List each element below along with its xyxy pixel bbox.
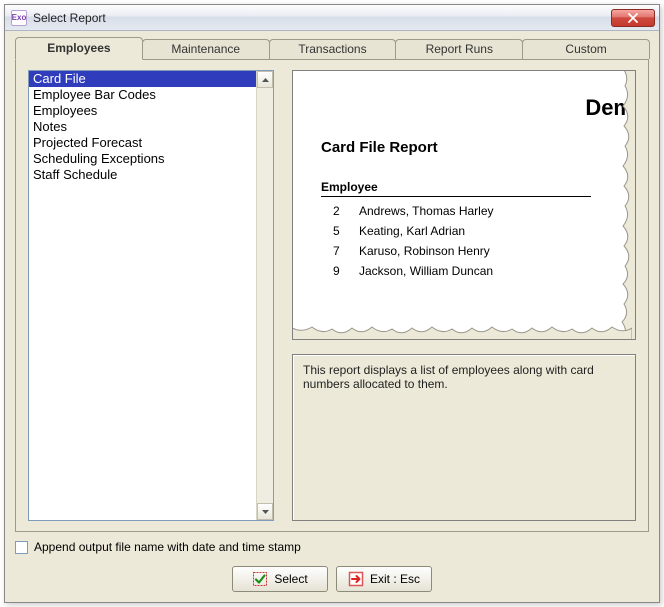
preview-row-id: 7 <box>321 241 359 261</box>
preview-report-title: Card File Report <box>321 139 635 156</box>
list-item[interactable]: Staff Schedule <box>29 167 256 183</box>
select-button[interactable]: Select <box>232 566 328 592</box>
check-icon <box>252 571 268 587</box>
preview-row: 7 Karuso, Robinson Henry <box>321 241 635 261</box>
button-row: Select Exit : Esc <box>15 566 649 592</box>
close-button[interactable] <box>611 9 655 27</box>
tab-bar: Employees Maintenance Transactions Repor… <box>15 37 649 59</box>
exit-button-label: Exit : Esc <box>370 572 420 586</box>
preview-row-name: Andrews, Thomas Harley <box>359 201 635 221</box>
preview-content: Dem Card File Report Employee 2 Andrews,… <box>321 89 635 339</box>
scroll-up-button[interactable] <box>257 71 273 88</box>
preview-row-id: 9 <box>321 261 359 281</box>
report-listbox[interactable]: Card File Employee Bar Codes Employees N… <box>28 70 274 521</box>
select-report-window: Exo Select Report Employees Maintenance … <box>4 4 660 603</box>
preview-row: 5 Keating, Karl Adrian <box>321 221 635 241</box>
preview-row: 2 Andrews, Thomas Harley <box>321 201 635 221</box>
preview-row-name: Keating, Karl Adrian <box>359 221 635 241</box>
preview-row-name: Karuso, Robinson Henry <box>359 241 635 261</box>
tab-employees[interactable]: Employees <box>15 37 143 60</box>
tab-transactions[interactable]: Transactions <box>269 39 397 59</box>
list-item[interactable]: Scheduling Exceptions <box>29 151 256 167</box>
list-item[interactable]: Employees <box>29 103 256 119</box>
exit-button[interactable]: Exit : Esc <box>336 566 432 592</box>
chevron-down-icon <box>262 510 269 514</box>
scroll-track[interactable] <box>257 88 273 503</box>
right-column: Dem Card File Report Employee 2 Andrews,… <box>292 70 636 521</box>
list-item[interactable]: Employee Bar Codes <box>29 87 256 103</box>
listbox-scrollbar[interactable] <box>256 71 273 520</box>
tab-custom[interactable]: Custom <box>522 39 650 59</box>
preview-row: 9 Jackson, William Duncan <box>321 261 635 281</box>
preview-divider <box>321 196 591 197</box>
window-title: Select Report <box>33 11 611 25</box>
preview-row-id: 2 <box>321 201 359 221</box>
left-column: Card File Employee Bar Codes Employees N… <box>28 70 274 521</box>
append-timestamp-row: Append output file name with date and ti… <box>15 540 649 554</box>
preview-column-header: Employee <box>321 180 635 194</box>
listbox-inner: Card File Employee Bar Codes Employees N… <box>29 71 256 520</box>
list-item[interactable]: Projected Forecast <box>29 135 256 151</box>
list-item[interactable]: Card File <box>29 71 256 87</box>
preview-row-id: 5 <box>321 221 359 241</box>
tab-report-runs[interactable]: Report Runs <box>395 39 523 59</box>
append-timestamp-checkbox[interactable] <box>15 541 28 554</box>
exit-icon <box>348 571 364 587</box>
app-icon: Exo <box>11 10 27 26</box>
report-description: This report displays a list of employees… <box>292 354 636 521</box>
scroll-down-button[interactable] <box>257 503 273 520</box>
preview-brand-fragment: Dem <box>585 95 633 121</box>
close-icon <box>628 13 638 23</box>
tab-maintenance[interactable]: Maintenance <box>142 39 270 59</box>
select-button-label: Select <box>274 572 307 586</box>
list-item[interactable]: Notes <box>29 119 256 135</box>
tab-body: Card File Employee Bar Codes Employees N… <box>15 59 649 532</box>
append-timestamp-label: Append output file name with date and ti… <box>34 540 301 554</box>
report-preview: Dem Card File Report Employee 2 Andrews,… <box>292 70 636 340</box>
client-area: Employees Maintenance Transactions Repor… <box>5 31 659 602</box>
preview-row-name: Jackson, William Duncan <box>359 261 635 281</box>
chevron-up-icon <box>262 78 269 82</box>
titlebar: Exo Select Report <box>5 5 659 31</box>
